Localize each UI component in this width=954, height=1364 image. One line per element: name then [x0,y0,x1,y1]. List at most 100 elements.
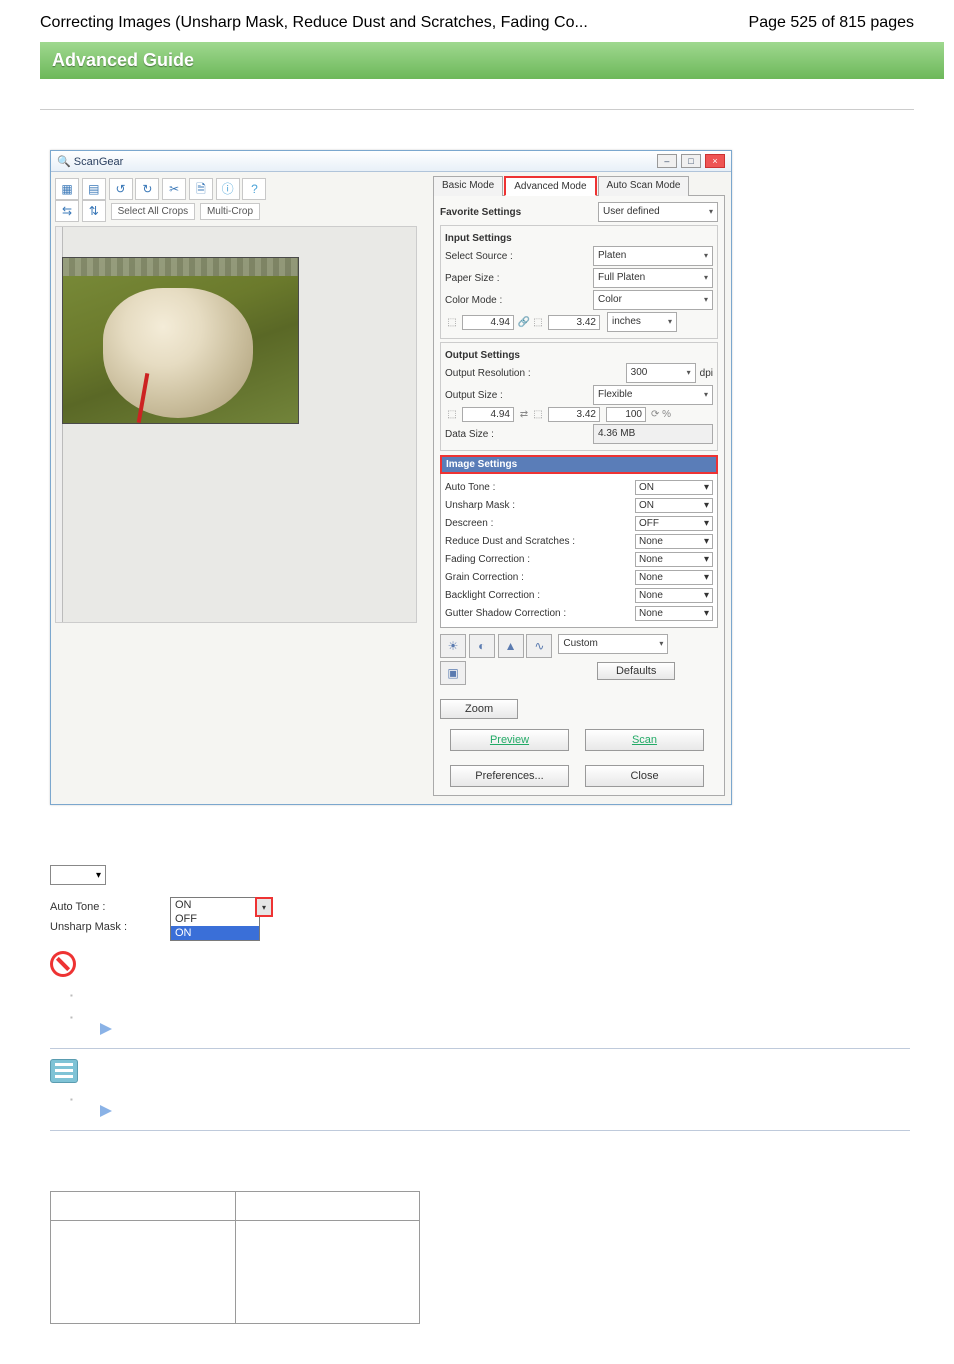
image-row-label: Grain Correction : [445,572,635,583]
out-percent[interactable]: 100 [606,407,646,422]
defaults-button[interactable]: Defaults [597,662,675,680]
curve-icon[interactable]: ∿ [526,634,552,658]
res-select[interactable]: 300▾ [626,363,696,383]
input-settings-group: Input Settings Select Source : Platen▾ P… [440,225,718,339]
select-all-crops[interactable]: Select All Crops [111,203,196,220]
source-select[interactable]: Platen▾ [593,246,713,266]
brightness-icon[interactable]: ☀ [440,634,466,658]
data-label: Data Size : [445,429,593,440]
output-settings-group: Output Settings Output Resolution : 300▾… [440,342,718,451]
minimize-button[interactable]: – [657,154,677,168]
opt-off[interactable]: OFF [171,912,259,926]
res-unit: dpi [700,368,713,379]
maximize-button[interactable]: □ [681,154,701,168]
window-title: ScanGear [74,156,124,168]
grid-icon[interactable]: ▦ [55,178,79,200]
opt-on[interactable]: ON [171,898,259,912]
copy-icon[interactable]: 🗎 [189,178,213,200]
input-width[interactable]: 4.94 [462,315,514,330]
bullet-2 [70,1009,914,1038]
out-width[interactable]: 4.94 [462,407,514,422]
separator [40,109,914,110]
image-row-label: Gutter Shadow Correction : [445,608,635,619]
tab-auto[interactable]: Auto Scan Mode [598,176,690,196]
color-label: Color Mode : [445,295,593,306]
zoom-button[interactable]: Zoom [440,699,518,719]
image-row-select[interactable]: OFF▾ [635,516,713,531]
unit-select[interactable]: inches▾ [607,312,677,332]
input-title: Input Settings [445,233,713,244]
doc-header-right: Page 525 of 815 pages [749,14,914,32]
fit-h-icon[interactable]: ⇆ [55,200,79,222]
arrow-icon-2 [100,1105,112,1117]
image-row-select[interactable]: None▾ [635,588,713,603]
image-row-label: Descreen : [445,518,635,529]
crop-icon[interactable]: ✂ [162,178,186,200]
outsize-select[interactable]: Flexible▾ [593,385,713,405]
doc-header-left: Correcting Images (Unsharp Mask, Reduce … [40,14,588,32]
bullet-1 [70,987,914,1001]
ex-unsharp-label: Unsharp Mask : [50,917,170,937]
image-row-label: Auto Tone : [445,482,635,493]
opt-on-selected[interactable]: ON [171,926,259,940]
separator-2 [50,1048,910,1049]
scangear-window: 🔍 ScanGear – □ × ▦ ▤ ↺ ↻ ✂ 🗎 ⓘ ? [50,150,732,805]
tab-advanced[interactable]: Advanced Mode [504,176,596,196]
image-settings-header: Image Settings [440,455,718,474]
image-row-label: Reduce Dust and Scratches : [445,536,635,547]
arrow-icon [100,1023,112,1035]
ex-auto-tone-label: Auto Tone : [50,897,170,917]
help-icon[interactable]: ? [242,178,266,200]
multi-crop-button[interactable]: Multi-Crop [200,203,260,220]
favorite-select[interactable]: User defined▾ [598,202,718,222]
preview-area[interactable] [55,226,417,623]
image-row-label: Backlight Correction : [445,590,635,601]
thumb-icon[interactable]: ▤ [82,178,106,200]
fit-v-icon[interactable]: ⇅ [82,200,106,222]
threshold-icon[interactable]: ▣ [440,661,466,685]
advanced-guide-banner: Advanced Guide [40,42,944,79]
scan-button[interactable]: Scan [585,729,704,751]
image-row-select[interactable]: None▾ [635,606,713,621]
window-controls[interactable]: – □ × [656,154,725,168]
paper-select[interactable]: Full Platen▾ [593,268,713,288]
paper-label: Paper Size : [445,273,593,284]
image-row-select[interactable]: None▾ [635,552,713,567]
image-row-select[interactable]: ON▾ [635,480,713,495]
preferences-button[interactable]: Preferences... [450,765,569,787]
close-panel-button[interactable]: Close [585,765,704,787]
out-height[interactable]: 3.42 [548,407,600,422]
image-row-select[interactable]: None▾ [635,570,713,585]
input-height[interactable]: 3.42 [548,315,600,330]
color-select[interactable]: Color▾ [593,290,713,310]
left-toolbar: ▦ ▤ ↺ ↻ ✂ 🗎 ⓘ ? ⇆ ⇅ Select All Crops Mul… [55,176,425,226]
image-settings-body: Auto Tone :ON▾Unsharp Mask :ON▾Descreen … [440,474,718,628]
comparison-table [50,1191,420,1324]
separator-3 [50,1130,910,1131]
preview-image[interactable] [62,257,299,424]
close-button[interactable]: × [705,154,725,168]
contrast-icon[interactable]: ◐ [469,634,495,658]
source-label: Select Source : [445,251,593,262]
example-dropdown[interactable]: ON OFF ON ▾ [170,897,260,941]
mini-dropdown[interactable]: ▾ [50,865,106,885]
preview-button[interactable]: Preview [450,729,569,751]
rotate-ccw-icon[interactable]: ↺ [109,178,133,200]
rotate-cw-icon[interactable]: ↻ [135,178,159,200]
info-icon[interactable]: ⓘ [216,178,240,200]
custom-select[interactable]: Custom▾ [558,634,668,654]
lock-icon[interactable]: 🔗 [517,317,531,328]
dropdown-button-highlight[interactable]: ▾ [255,897,273,917]
image-row-select[interactable]: ON▾ [635,498,713,513]
image-row-select[interactable]: None▾ [635,534,713,549]
output-title: Output Settings [445,350,713,361]
res-label: Output Resolution : [445,368,626,379]
image-row-label: Fading Correction : [445,554,635,565]
tab-basic[interactable]: Basic Mode [433,176,503,196]
bullet-3 [70,1091,914,1120]
outsize-label: Output Size : [445,390,593,401]
histogram-icon[interactable]: ▲ [498,634,524,658]
prohibit-icon [50,951,76,977]
pages-icon [50,1059,78,1083]
favorite-label: Favorite Settings [440,207,598,218]
